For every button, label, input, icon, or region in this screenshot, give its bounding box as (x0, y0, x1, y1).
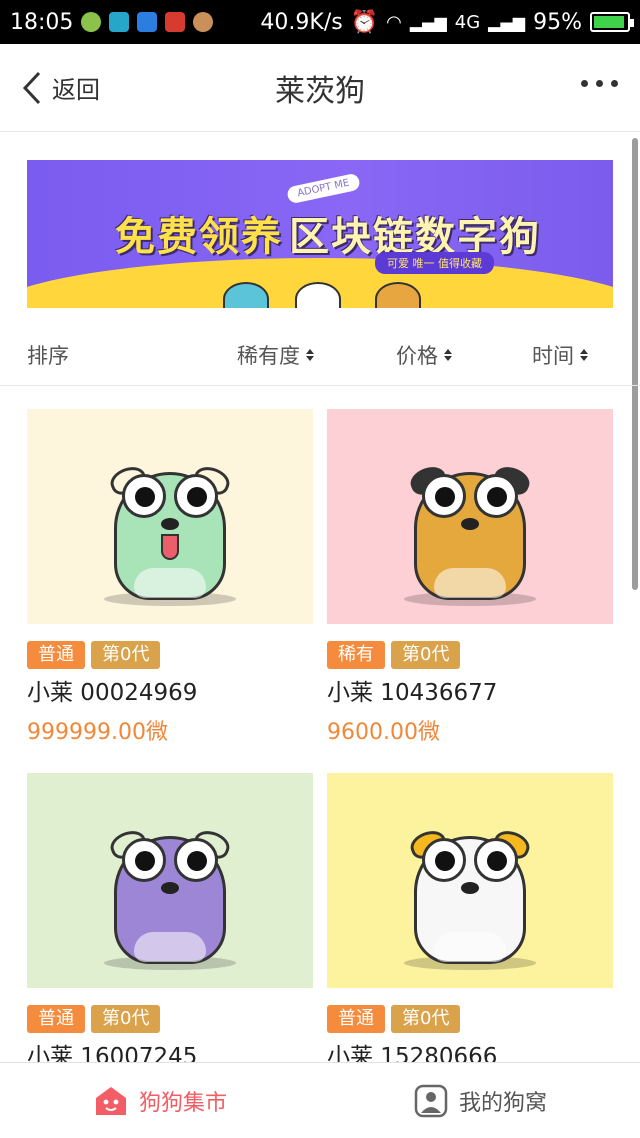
wifi-icon: ◠ (386, 11, 402, 33)
banner-dog-white (295, 282, 341, 308)
rarity-tag: 稀有 (327, 641, 385, 669)
promo-banner[interactable]: ADOPT ME 免费领养 区块链数字狗 可爱 唯一 值得收藏 (27, 160, 613, 308)
banner-dog-brown (375, 282, 421, 308)
sort-price-button[interactable]: 价格 (396, 340, 452, 370)
bottom-tab-bar: 狗狗集市 我的狗窝 (0, 1062, 640, 1138)
dog-card[interactable]: 普通 第0代 小莱 15280666 (327, 773, 613, 1072)
tab-dog-market[interactable]: 狗狗集市 (0, 1063, 320, 1138)
sort-arrows-icon (580, 349, 588, 361)
profile-icon (414, 1084, 448, 1117)
notification-misc-icon (193, 12, 214, 32)
sort-rarity-label: 稀有度 (237, 344, 300, 368)
tab-dog-market-label: 狗狗集市 (138, 1090, 227, 1116)
sort-rarity-button[interactable]: 稀有度 (237, 340, 314, 370)
tab-my-kennel[interactable]: 我的狗窝 (320, 1063, 640, 1138)
sort-arrows-icon (306, 349, 314, 361)
network-speed: 40.9K/s (260, 9, 343, 35)
generation-tag: 第0代 (391, 1005, 461, 1033)
battery-percent: 95% (533, 9, 582, 35)
more-dot-icon (596, 80, 603, 87)
rarity-tag: 普通 (27, 1005, 85, 1033)
notification-news-icon (165, 12, 186, 32)
back-label: 返回 (52, 76, 100, 104)
adopt-sign: ADOPT ME (286, 172, 361, 205)
more-dot-icon (581, 80, 588, 87)
dog-card[interactable]: 普通 第0代 小莱 16007245 (27, 773, 313, 1072)
banner-dog-blue (223, 282, 269, 308)
sort-time-button[interactable]: 时间 (532, 340, 588, 370)
dog-price: 9600.00微 (327, 720, 440, 745)
sort-arrows-icon (444, 349, 452, 361)
alarm-icon: ⏰ (350, 9, 379, 35)
battery-icon (590, 12, 634, 32)
sort-label: 排序 (27, 344, 69, 368)
notification-battery-app-icon (137, 12, 158, 32)
dog-card[interactable]: 普通 第0代 小莱 00024969 999999.00微 (27, 409, 313, 746)
dog-name: 小莱 10436677 (327, 680, 498, 706)
nav-bar: 返回 莱茨狗 (0, 44, 640, 132)
status-time: 18:05 (10, 9, 74, 35)
status-bar: 18:05 40.9K/s ⏰ ◠ ▂▄▆ 4G ▂▄▆ 95% (0, 0, 640, 44)
sort-price-label: 价格 (396, 344, 438, 368)
more-menu-button[interactable] (581, 80, 618, 87)
banner-headline-left: 免费领养 (115, 214, 283, 260)
generation-tag: 第0代 (391, 641, 461, 669)
notification-app-icon (81, 12, 102, 32)
dog-house-icon (95, 1086, 126, 1115)
dog-card-image (327, 773, 613, 988)
dog-card-image (327, 409, 613, 624)
dog-price: 999999.00微 (27, 720, 168, 745)
signal-icon: ▂▄▆ (409, 12, 447, 32)
rarity-tag: 普通 (327, 1005, 385, 1033)
dog-card[interactable]: 稀有 第0代 小莱 10436677 9600.00微 (327, 409, 613, 746)
banner-ribbon: 可爱 唯一 值得收藏 (375, 252, 494, 274)
back-button[interactable]: 返回 (22, 70, 100, 105)
network-type: 4G (454, 11, 481, 33)
dog-card-image (27, 773, 313, 988)
generation-tag: 第0代 (91, 1005, 161, 1033)
more-dot-icon (611, 80, 618, 87)
dog-card-image (27, 409, 313, 624)
sort-time-label: 时间 (532, 344, 574, 368)
rarity-tag: 普通 (27, 641, 85, 669)
tab-my-kennel-label: 我的狗窝 (458, 1090, 547, 1116)
chevron-left-icon (22, 71, 41, 104)
notification-scan-icon (109, 12, 130, 32)
sort-bar: 排序 稀有度 价格 时间 (0, 320, 640, 386)
signal-icon-2: ▂▄▆ (488, 12, 526, 32)
generation-tag: 第0代 (91, 641, 161, 669)
dog-name: 小莱 00024969 (27, 680, 198, 706)
